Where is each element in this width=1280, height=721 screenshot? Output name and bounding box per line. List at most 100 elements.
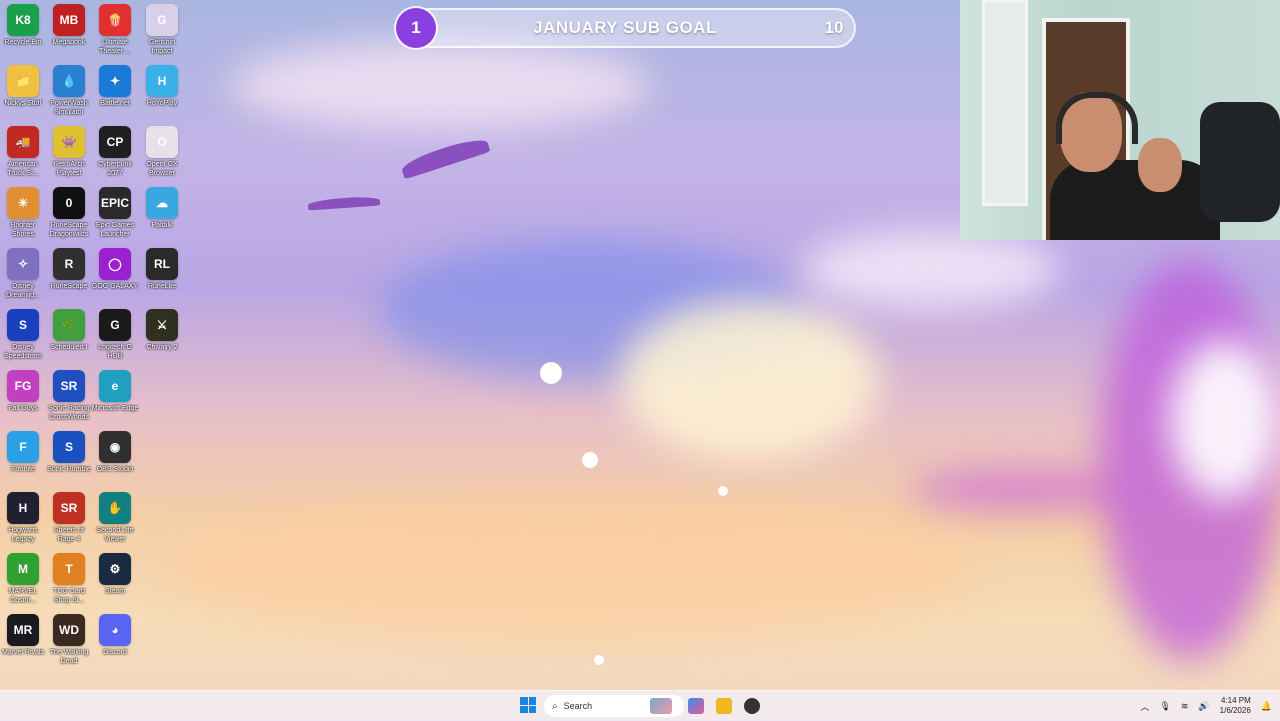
desktop-icon-label: RuneScape (50, 283, 88, 290)
desktop-icon-label: Brighter Shores (10, 222, 36, 238)
desktop-icon[interactable]: 💧 PowerWash Simulator (46, 65, 92, 117)
opera-icon: O (146, 126, 178, 158)
file-explorer-icon[interactable] (716, 698, 732, 714)
desktop-icon[interactable]: e Microsoft Edge (92, 370, 138, 413)
desktop-icon[interactable]: CP Cyberpunk 2077 (92, 126, 138, 178)
desktop-icon[interactable]: SR Streets of Rage 4 (46, 492, 92, 544)
desktop-icon-label: Ultimate Theater ... (99, 39, 131, 55)
fallguys-icon: FG (7, 370, 39, 402)
desktop-icon[interactable]: ◯ GOG GALAXY (92, 248, 138, 291)
desktop-icon[interactable]: G Genshin Impact (139, 4, 185, 56)
retroarch-icon: 👾 (53, 126, 85, 158)
disney-dreamlight-icon: ✧ (7, 248, 39, 280)
app-icon[interactable] (744, 698, 760, 714)
desktop-icon-grid: K8 Recycle Bin MB Megabonk 🍿 Ultimate Theater… (0, 0, 190, 690)
desktop-icon-label: Microsoft Edge (91, 405, 139, 412)
desktop-icon-label: The Walking Dead (49, 649, 89, 665)
desktop-icon[interactable]: RL RuneLite (139, 248, 185, 291)
desktop-icon[interactable]: R RuneScape (46, 248, 92, 291)
wifi-icon[interactable]: ≋ (1181, 701, 1189, 712)
gog-icon: ◯ (99, 248, 131, 280)
desktop-icon-label: Disney Speedstorm (4, 344, 42, 360)
light-orb (594, 655, 604, 665)
notification-icon[interactable]: 🔔 (1261, 701, 1272, 712)
desktop-icon[interactable]: G Logitech G HUB (92, 309, 138, 361)
microphone-icon[interactable]: 🎙 (1159, 701, 1170, 712)
taskbar: ⌕ Search ︿ 🎙 ≋ 🔊 4:14 PM 1/6/2026 🔔 (0, 690, 1280, 721)
schedule-icon: 🌿 (53, 309, 85, 341)
marvel-rivals-icon: MR (7, 614, 39, 646)
desktop-icon[interactable]: O Opera GX Browser (139, 126, 185, 178)
desktop-icon-label: Scheduled I (50, 344, 88, 351)
desktop-icon-label: Battle.net (100, 100, 130, 107)
desktop-icon[interactable]: 0 RuneScape Dragonwilds (46, 187, 92, 239)
desktop-icon-label: MARVEL Cosmi... (8, 588, 38, 604)
tcg-icon: T (53, 553, 85, 585)
desktop-icon[interactable]: 🍿 Ultimate Theater ... (92, 4, 138, 56)
headset-icon (1056, 92, 1138, 144)
volume-icon[interactable]: 🔊 (1198, 701, 1209, 712)
desktop-icon[interactable]: SR Sonic Racing CrossWorlds (46, 370, 92, 422)
desktop-icon-label: Hogwarts Legacy (8, 527, 38, 543)
chevron-up-icon[interactable]: ︿ (1140, 700, 1149, 713)
edge-icon: e (99, 370, 131, 402)
start-button[interactable] (520, 697, 536, 713)
desktop-icon[interactable]: M MARVEL Cosmi... (0, 553, 46, 605)
desktop-icon[interactable]: T TCG Card Shop Si... (46, 553, 92, 605)
desktop-icon[interactable]: EPIC Epic Games Launcher (92, 187, 138, 239)
desktop-icon[interactable]: ☁ Paltalk (139, 187, 185, 230)
desktop-icon[interactable]: ⚔ Chivalry 2 (139, 309, 185, 352)
powerwash-icon: 💧 (53, 65, 85, 97)
streamer-hand (1138, 138, 1182, 192)
genshin-icon: G (146, 4, 178, 36)
megabonk-icon: MB (53, 4, 85, 36)
second-life-icon: ✋ (99, 492, 131, 524)
desktop-icon[interactable]: ☀ Brighter Shores (0, 187, 46, 239)
sub-goal-target: 10 (824, 18, 844, 37)
background-cloud (910, 470, 1130, 510)
desktop-icon-label: Opera GX Browser (146, 161, 178, 177)
folder-icon: 📁 (7, 65, 39, 97)
desktop-icon[interactable]: WD The Walking Dead (46, 614, 92, 666)
desktop-icon[interactable]: MR Marvel Rivals (0, 614, 46, 657)
desktop-icon-label: Paltalk (151, 222, 173, 229)
sub-goal-widget: 1 JANUARY SUB GOAL 10 (396, 8, 856, 48)
desktop-icon[interactable]: ✧ Disney Dreamlig... (0, 248, 46, 300)
background-cloud (230, 40, 650, 130)
desktop-icon[interactable]: ◉ OBS Studio (92, 431, 138, 474)
desktop-icon[interactable]: ◕ Discord (92, 614, 138, 657)
paltalk-icon: ☁ (146, 187, 178, 219)
desktop-icon[interactable]: S Disney Speedstorm (0, 309, 46, 361)
copilot-icon[interactable] (688, 698, 704, 714)
desktop-icon-label: RetroArch Playtest (53, 161, 85, 177)
desktop-icon[interactable]: FG Fall Guys (0, 370, 46, 413)
desktop-icon[interactable]: ✦ Battle.net (92, 65, 138, 108)
desktop-icon-label: TCG Card Shop Si... (53, 588, 85, 604)
desktop-icon-label: OBS Studio (96, 466, 134, 473)
obs-icon: ◉ (99, 431, 131, 463)
clock-date: 1/6/2026 (1219, 706, 1251, 715)
desktop-icon-label: Chivalry 2 (146, 344, 178, 351)
popcorn-icon: 🍿 (99, 4, 131, 36)
sub-goal-title: JANUARY SUB GOAL (533, 18, 717, 37)
desktop-icon[interactable]: 🌿 Scheduled I (46, 309, 92, 352)
desktop-icon[interactable]: 📁 Nickys Stuff (0, 65, 46, 108)
clock[interactable]: 4:14 PM 1/6/2026 (1220, 696, 1251, 716)
webcam-overlay (960, 0, 1280, 240)
desktop-icon[interactable]: ⚙ Steam (92, 553, 138, 596)
desktop-icon[interactable]: 🚚 American Truck Si... (0, 126, 46, 178)
marvel-cosmic-icon: M (7, 553, 39, 585)
widgets-icon[interactable] (650, 698, 672, 714)
desktop-icon[interactable]: MB Megabonk (46, 4, 92, 47)
desktop-icon[interactable]: 👾 RetroArch Playtest (46, 126, 92, 178)
light-orb (582, 452, 598, 468)
desktop-icon[interactable]: S Sonic Rumble (46, 431, 92, 474)
desktop-icon-label: Cyberpunk 2077 (98, 161, 132, 177)
desktop-icon[interactable]: ✋ Second Life Viewer (92, 492, 138, 544)
hoyoplay-icon: H (146, 65, 178, 97)
desktop-icon[interactable]: K8 Recycle Bin (0, 4, 46, 47)
desktop-icon[interactable]: F Fortnite (0, 431, 46, 474)
streets-of-rage-icon: SR (53, 492, 85, 524)
desktop-icon[interactable]: H HoYoPlay (139, 65, 185, 108)
desktop-icon[interactable]: H Hogwarts Legacy (0, 492, 46, 544)
